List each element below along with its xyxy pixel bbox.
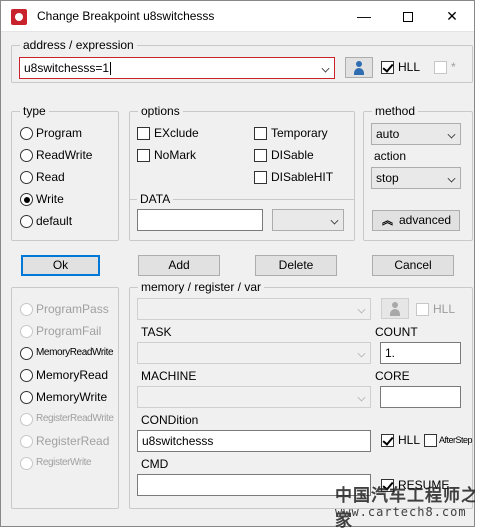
impl-memoryread-radio[interactable]: MemoryRead: [20, 368, 108, 384]
type-default-radio[interactable]: default: [20, 214, 72, 230]
memory-combo[interactable]: [137, 298, 371, 320]
nomark-checkbox[interactable]: NoMark: [137, 148, 196, 164]
core-input[interactable]: [380, 386, 461, 408]
memory-label: memory / register / var: [138, 280, 265, 294]
window-title: Change Breakpoint u8switchesss: [37, 9, 215, 23]
chevron-down-icon[interactable]: [447, 174, 456, 183]
impl-registerwrite-radio[interactable]: RegisterWrite: [20, 456, 92, 472]
minimize-button[interactable]: —: [342, 1, 386, 32]
machine-label: MACHINE: [141, 369, 197, 383]
close-button[interactable]: ✕: [430, 1, 474, 32]
method-label: method: [372, 104, 419, 118]
task-label: TASK: [141, 325, 172, 339]
chevron-down-icon[interactable]: [357, 349, 366, 358]
resume-checkbox[interactable]: RESUME: [381, 478, 449, 494]
impl-registerread-radio[interactable]: RegisterRead: [20, 434, 109, 450]
disable-checkbox[interactable]: DISable: [254, 148, 314, 164]
cmd-label: CMD: [141, 457, 169, 471]
action-value: stop: [376, 171, 399, 185]
add-button[interactable]: Add: [138, 255, 220, 276]
memory-hll-checkbox[interactable]: HLL: [416, 302, 455, 318]
machine-combo[interactable]: [137, 386, 371, 408]
chevron-down-icon[interactable]: [447, 130, 456, 139]
type-program-radio[interactable]: Program: [20, 126, 82, 142]
person-icon: [354, 61, 364, 75]
condition-input[interactable]: u8switchesss: [137, 430, 371, 452]
maximize-icon: [403, 12, 413, 23]
type-readwrite-radio[interactable]: ReadWrite: [20, 148, 92, 164]
task-combo[interactable]: [137, 342, 371, 364]
double-chevron-up-icon: ︽: [382, 215, 393, 227]
options-label: options: [138, 104, 183, 118]
count-label: COUNT: [375, 325, 418, 339]
impl-memoryreadwrite-radio[interactable]: MemoryReadWrite: [20, 346, 114, 362]
address-browse-button[interactable]: [345, 57, 373, 78]
data-input[interactable]: [137, 209, 263, 231]
chevron-down-icon[interactable]: [357, 393, 366, 402]
cancel-button[interactable]: Cancel: [372, 255, 454, 276]
delete-button[interactable]: Delete: [255, 255, 337, 276]
chevron-down-icon[interactable]: [357, 305, 366, 314]
chevron-down-icon[interactable]: [321, 64, 330, 73]
address-expression-combo[interactable]: u8switchesss=1: [19, 57, 335, 79]
advanced-button[interactable]: ︽ advanced: [372, 210, 460, 231]
disablehit-checkbox[interactable]: DISableHIT: [254, 170, 333, 186]
address-expression-value[interactable]: u8switchesss=1: [24, 61, 109, 75]
background-edge: [475, 0, 479, 527]
impl-programpass-radio[interactable]: ProgramPass: [20, 302, 109, 318]
memory-browse-button[interactable]: [381, 298, 409, 319]
impl-programfail-radio[interactable]: ProgramFail: [20, 324, 101, 340]
cmd-input[interactable]: [137, 474, 371, 496]
afterstep-checkbox[interactable]: AfterStep: [424, 433, 473, 449]
title-bar: Change Breakpoint u8switchesss — ✕: [1, 1, 474, 32]
app-icon: [11, 9, 27, 25]
method-value: auto: [376, 127, 400, 141]
action-combo[interactable]: stop: [371, 167, 461, 189]
condition-hll-checkbox[interactable]: HLL: [381, 433, 420, 449]
person-icon: [390, 302, 400, 316]
action-label: action: [374, 149, 407, 163]
ok-button[interactable]: Ok: [21, 255, 100, 276]
chevron-down-icon[interactable]: [330, 216, 339, 225]
core-label: CORE: [375, 369, 410, 383]
impl-registerreadwrite-radio[interactable]: RegisterReadWrite: [20, 412, 114, 428]
count-input[interactable]: 1.: [380, 342, 461, 364]
condition-label: CONDition: [141, 413, 199, 427]
exclude-checkbox[interactable]: EXclude: [137, 126, 199, 142]
data-label: DATA: [137, 192, 174, 206]
change-breakpoint-dialog: Change Breakpoint u8switchesss — ✕ addre…: [0, 0, 478, 531]
data-combo[interactable]: [272, 209, 344, 231]
type-write-radio[interactable]: Write: [20, 192, 64, 208]
type-read-radio[interactable]: Read: [20, 170, 65, 186]
temporary-checkbox[interactable]: Temporary: [254, 126, 328, 142]
address-label: address / expression: [20, 38, 137, 52]
maximize-button[interactable]: [386, 1, 430, 32]
address-star-checkbox[interactable]: *: [434, 60, 456, 76]
impl-memorywrite-radio[interactable]: MemoryWrite: [20, 390, 107, 406]
method-combo[interactable]: auto: [371, 123, 461, 145]
address-hll-checkbox[interactable]: HLL: [381, 60, 420, 76]
type-label: type: [20, 104, 49, 118]
